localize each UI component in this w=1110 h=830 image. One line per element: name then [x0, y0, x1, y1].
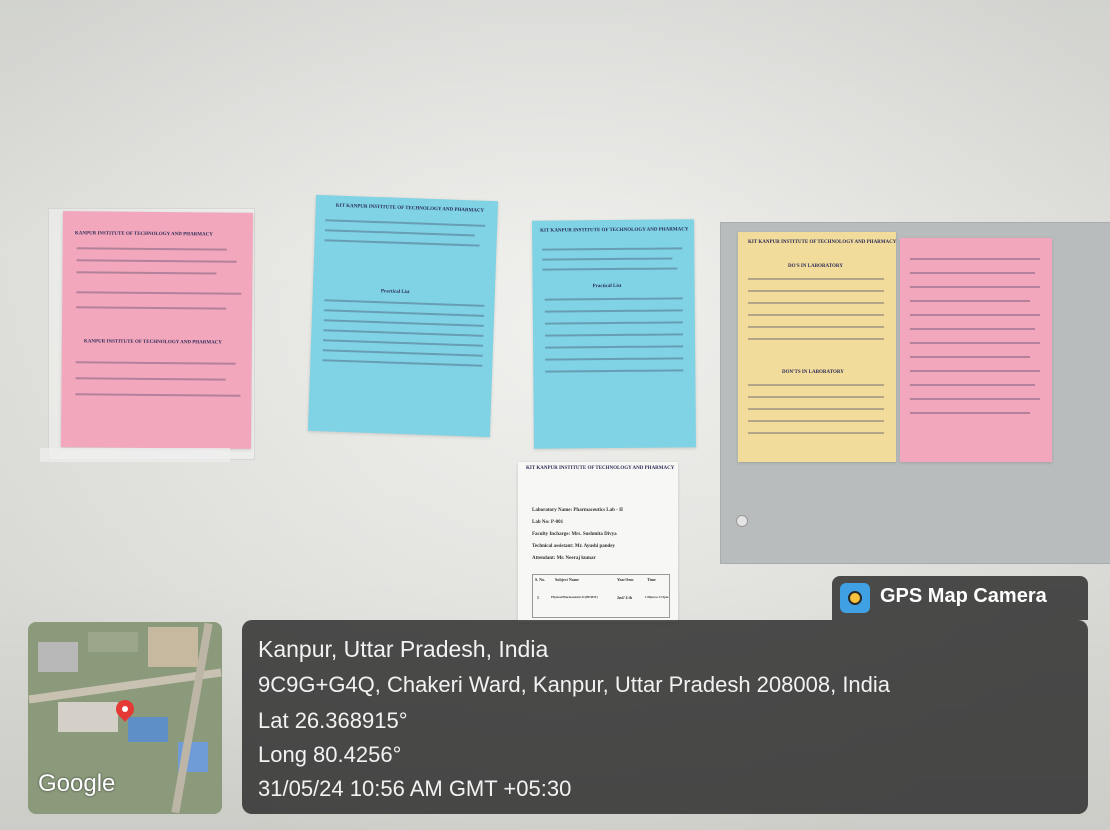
- longitude: Long 80.4256°: [258, 742, 402, 767]
- text-line: [910, 328, 1035, 330]
- notice-pink-right: [900, 238, 1052, 462]
- text-line: [324, 229, 475, 237]
- table-line: [544, 297, 683, 301]
- table-line: [322, 359, 483, 367]
- text-line: [75, 361, 236, 365]
- text-line: [324, 239, 480, 247]
- text-line: [542, 257, 673, 261]
- table-header-time: Time: [647, 577, 656, 582]
- notice-white-table: S. No. Subject Name Year/Sem Time 1 Phys…: [532, 574, 670, 618]
- text-line: [76, 291, 242, 295]
- table-line: [748, 384, 884, 386]
- text-line: [910, 342, 1040, 344]
- text-line: [76, 259, 237, 263]
- text-line: [910, 412, 1030, 414]
- table-line: [323, 319, 484, 327]
- text-line: [910, 300, 1030, 302]
- text-line: [910, 398, 1040, 400]
- table-line: [545, 357, 684, 361]
- map-building: [58, 702, 118, 732]
- table-line: [323, 339, 484, 347]
- google-logo: Google: [38, 770, 116, 797]
- map-building: [128, 717, 168, 742]
- notice-yellow-header: KIT KANPUR INSTITUTE OF TECHNOLOGY AND P…: [748, 240, 897, 245]
- latitude: Lat 26.368915°: [258, 708, 408, 733]
- notice-pink-left: KANPUR INSTITUTE OF TECHNOLOGY AND PHARM…: [60, 211, 254, 449]
- notice-pink-left-title-2: KANPUR INSTITUTE OF TECHNOLOGY AND PHARM…: [83, 339, 222, 346]
- map-building: [38, 642, 78, 672]
- table-line: [322, 349, 483, 357]
- table-line: [324, 299, 485, 307]
- table-line: [748, 420, 884, 422]
- board-hole: [736, 515, 748, 527]
- notice-yellow-section-1: DO'S IN LABORATORY: [788, 264, 843, 269]
- table-line: [324, 309, 485, 317]
- notice-white-lab-no: Lab No: P-001: [532, 520, 564, 525]
- table-header-subject: Subject Name: [555, 577, 579, 582]
- notice-pink-left-title-1: KANPUR INSTITUTE OF TECHNOLOGY AND PHARM…: [74, 231, 213, 238]
- notice-white-attendant: Attendant: Mr. Neeraj kumar: [532, 556, 596, 561]
- text-line: [542, 247, 683, 251]
- text-line: [910, 370, 1040, 372]
- text-line: [910, 384, 1035, 386]
- notice-blue-1-list-title: Practical List: [380, 289, 410, 296]
- table-cell-time: 1:00pm to 2:15pm: [645, 595, 669, 599]
- notice-blue-1: KIT KANPUR INSTITUTE OF TECHNOLOGY AND P…: [307, 194, 499, 438]
- table-line: [545, 369, 684, 373]
- table-header-year: Year/Sem: [617, 577, 634, 582]
- table-line: [748, 432, 884, 434]
- text-line: [910, 286, 1040, 288]
- table-cell-sno: 1: [537, 595, 539, 600]
- notice-white-lab-name: Laboratory Name: Pharmaceutics Lab - II: [532, 508, 623, 513]
- table-line: [323, 329, 484, 337]
- location-address: 9C9G+G4Q, Chakeri Ward, Kanpur, Uttar Pr…: [258, 672, 891, 697]
- table-line: [544, 309, 683, 313]
- table-cell-subject: Physical Pharmaceutics II (BP403T): [551, 595, 598, 599]
- table-line: [545, 345, 684, 349]
- notice-blue-2-list-title: Practical List: [592, 283, 622, 290]
- text-line: [910, 258, 1040, 260]
- text-line: [325, 219, 486, 227]
- notice-blue-2: KIT KANPUR INSTITUTE OF TECHNOLOGY AND P…: [532, 219, 696, 449]
- timestamp: 31/05/24 10:56 AM GMT +05:30: [258, 776, 572, 801]
- table-line: [748, 278, 884, 280]
- table-line: [544, 321, 683, 325]
- tape: [40, 448, 230, 462]
- table-line: [748, 326, 884, 328]
- table-line: [748, 314, 884, 316]
- text-line: [76, 247, 227, 251]
- notice-white-technical: Technical assistant: Mr. Ayushi pandey: [532, 544, 616, 549]
- notice-white-header: KIT KANPUR INSTITUTE OF TECHNOLOGY AND P…: [526, 466, 675, 471]
- camera-icon: [840, 583, 870, 613]
- location-city: Kanpur, Uttar Pradesh, India: [258, 636, 549, 662]
- text-line: [75, 377, 226, 381]
- text-line: [75, 393, 241, 397]
- map-building: [148, 627, 198, 667]
- gps-app-name: GPS Map Camera: [880, 585, 1047, 607]
- text-line: [76, 271, 217, 275]
- table-line: [748, 338, 884, 340]
- text-line: [910, 314, 1040, 316]
- text-line: [76, 306, 227, 310]
- table-line: [748, 302, 884, 304]
- text-line: [910, 272, 1035, 274]
- table-line: [545, 333, 684, 337]
- notice-blue-2-header: KIT KANPUR INSTITUTE OF TECHNOLOGY AND P…: [540, 227, 689, 234]
- notice-yellow: KIT KANPUR INSTITUTE OF TECHNOLOGY AND P…: [738, 232, 896, 462]
- table-cell-year: 2nd/ 4 th: [617, 595, 633, 600]
- table-line: [748, 290, 884, 292]
- text-line: [910, 356, 1030, 358]
- notice-white-faculty: Faculty Incharge: Mrs. Sushmita Divya: [532, 532, 617, 537]
- text-line: [542, 267, 678, 271]
- table-header-sno: S. No.: [535, 577, 546, 582]
- notice-white: KIT KANPUR INSTITUTE OF TECHNOLOGY AND P…: [518, 462, 678, 622]
- notice-blue-1-header: KIT KANPUR INSTITUTE OF TECHNOLOGY AND P…: [335, 203, 485, 214]
- notice-yellow-section-2: DON'TS IN LABORATORY: [782, 370, 844, 375]
- map-building: [88, 632, 138, 652]
- table-line: [748, 408, 884, 410]
- table-line: [748, 396, 884, 398]
